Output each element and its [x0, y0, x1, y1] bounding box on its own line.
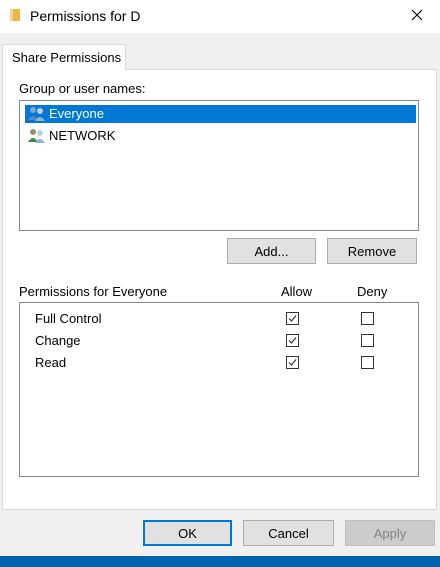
taskbar-strip [0, 556, 440, 567]
cancel-button[interactable]: Cancel [243, 520, 334, 546]
list-item-label: NETWORK [49, 128, 116, 143]
close-icon [411, 9, 423, 24]
deny-checkbox[interactable] [361, 312, 374, 325]
tab-share-permissions[interactable]: Share Permissions [2, 44, 126, 70]
deny-checkbox[interactable] [361, 356, 374, 369]
folder-icon [9, 8, 21, 22]
permission-name: Change [35, 333, 81, 348]
users-group-icon [27, 106, 46, 122]
deny-checkbox[interactable] [361, 334, 374, 347]
permission-name: Full Control [35, 311, 102, 326]
title-bar: Permissions for D [0, 0, 440, 33]
remove-button[interactable]: Remove [327, 238, 417, 264]
add-button[interactable]: Add... [227, 238, 316, 264]
allow-checkbox[interactable] [286, 356, 299, 369]
permissions-list: Full Control Change Read [19, 302, 419, 477]
checkmark-icon [288, 359, 297, 366]
permissions-for-label: Permissions for Everyone [19, 284, 168, 299]
deny-header: Deny [357, 284, 388, 299]
ok-button[interactable]: OK [143, 520, 232, 546]
user-list[interactable]: Everyone NETWORK [19, 100, 419, 231]
permission-name: Read [35, 355, 67, 370]
close-button[interactable] [394, 0, 440, 33]
list-item-everyone[interactable]: Everyone [25, 105, 416, 123]
window-title: Permissions for D [30, 8, 141, 24]
allow-checkbox[interactable] [286, 312, 299, 325]
group-user-names-label: Group or user names: [19, 81, 146, 96]
allow-header: Allow [281, 284, 313, 299]
allow-checkbox[interactable] [286, 334, 299, 347]
tab-label: Share Permissions [12, 50, 122, 65]
apply-button[interactable]: Apply [345, 520, 435, 546]
checkmark-icon [288, 337, 297, 344]
list-item-network[interactable]: NETWORK [25, 127, 175, 145]
checkmark-icon [288, 315, 297, 322]
network-users-icon [27, 128, 46, 144]
list-item-label: Everyone [49, 106, 104, 121]
